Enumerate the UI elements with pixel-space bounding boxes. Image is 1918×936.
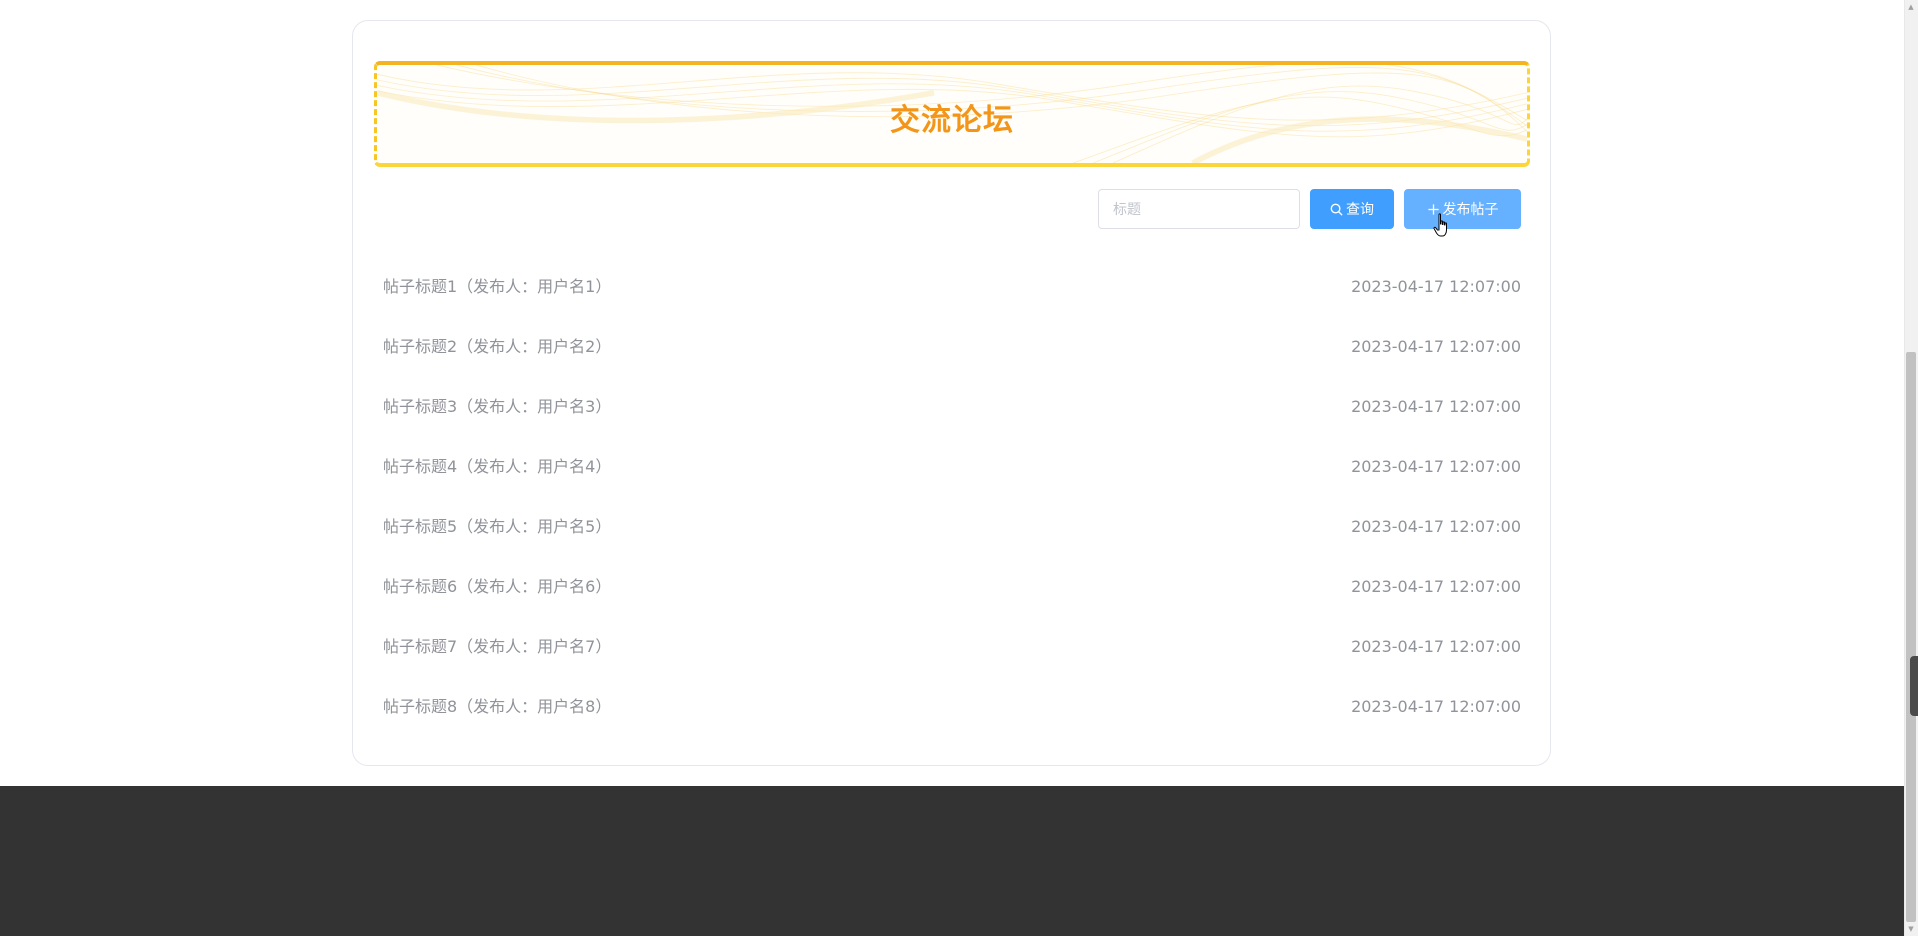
post-title: 帖子标题3（发布人：用户名3） xyxy=(383,397,612,416)
post-list: 帖子标题1（发布人：用户名1） 2023-04-17 12:07:00 帖子标题… xyxy=(383,277,1521,757)
publish-post-button[interactable]: 发布帖子 xyxy=(1404,189,1521,229)
scrollbar-thumb[interactable] xyxy=(1906,352,1916,922)
scroll-down-arrow-icon[interactable]: ▼ xyxy=(1906,924,1916,934)
forum-card: 交流论坛 查询 发布帖子 帖子标题1（发布人：用户名1） 2023-04-17 … xyxy=(352,20,1551,766)
post-title: 帖子标题6（发布人：用户名6） xyxy=(383,577,612,596)
post-title: 帖子标题5（发布人：用户名5） xyxy=(383,517,612,536)
post-title: 帖子标题8（发布人：用户名8） xyxy=(383,697,612,716)
post-time: 2023-04-17 12:07:00 xyxy=(1351,457,1521,476)
title-search-input[interactable] xyxy=(1098,189,1300,229)
post-item[interactable]: 帖子标题7（发布人：用户名7） 2023-04-17 12:07:00 xyxy=(383,637,1521,697)
scroll-up-arrow-icon[interactable]: ▲ xyxy=(1906,2,1916,12)
post-title: 帖子标题1（发布人：用户名1） xyxy=(383,277,612,296)
post-item[interactable]: 帖子标题4（发布人：用户名4） 2023-04-17 12:07:00 xyxy=(383,457,1521,517)
search-button[interactable]: 查询 xyxy=(1310,189,1394,229)
post-time: 2023-04-17 12:07:00 xyxy=(1351,517,1521,536)
post-item[interactable]: 帖子标题1（发布人：用户名1） 2023-04-17 12:07:00 xyxy=(383,277,1521,337)
post-time: 2023-04-17 12:07:00 xyxy=(1351,697,1521,716)
side-tool-widget[interactable] xyxy=(1910,656,1918,716)
search-button-label: 查询 xyxy=(1346,202,1374,218)
banner-title: 交流论坛 xyxy=(890,103,1014,138)
publish-post-label: 发布帖子 xyxy=(1442,202,1499,218)
plus-icon xyxy=(1427,203,1439,215)
post-item[interactable]: 帖子标题6（发布人：用户名6） 2023-04-17 12:07:00 xyxy=(383,577,1521,637)
forum-banner: 交流论坛 xyxy=(374,61,1530,167)
post-time: 2023-04-17 12:07:00 xyxy=(1351,577,1521,596)
post-time: 2023-04-17 12:07:00 xyxy=(1351,337,1521,356)
page: 交流论坛 查询 发布帖子 帖子标题1（发布人：用户名1） 2023-04-17 … xyxy=(0,0,1918,936)
post-time: 2023-04-17 12:07:00 xyxy=(1351,277,1521,296)
post-item[interactable]: 帖子标题8（发布人：用户名8） 2023-04-17 12:07:00 xyxy=(383,697,1521,757)
post-time: 2023-04-17 12:07:00 xyxy=(1351,397,1521,416)
post-title: 帖子标题2（发布人：用户名2） xyxy=(383,337,612,356)
post-title: 帖子标题4（发布人：用户名4） xyxy=(383,457,612,476)
post-title: 帖子标题7（发布人：用户名7） xyxy=(383,637,612,656)
post-time: 2023-04-17 12:07:00 xyxy=(1351,637,1521,656)
search-icon xyxy=(1330,203,1343,215)
post-item[interactable]: 帖子标题2（发布人：用户名2） 2023-04-17 12:07:00 xyxy=(383,337,1521,397)
post-item[interactable]: 帖子标题5（发布人：用户名5） 2023-04-17 12:07:00 xyxy=(383,517,1521,577)
page-footer xyxy=(0,786,1904,936)
post-item[interactable]: 帖子标题3（发布人：用户名3） 2023-04-17 12:07:00 xyxy=(383,397,1521,457)
